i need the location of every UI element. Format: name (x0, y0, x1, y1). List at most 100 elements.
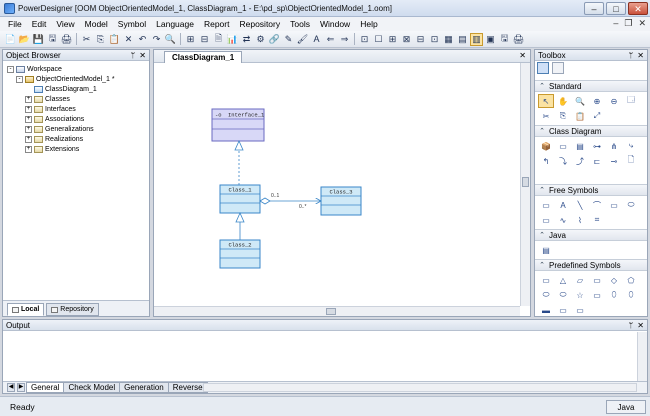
section-class-diagram[interactable]: ⌃ Class Diagram (535, 125, 647, 137)
maximize-button[interactable]: □ (606, 2, 626, 15)
realization-tool-icon[interactable]: ⊏ (589, 154, 605, 168)
pointer-tool-icon[interactable]: ↖ (538, 94, 554, 108)
tree-item-interfaces[interactable]: + Interfaces (25, 104, 76, 114)
text-tool-icon[interactable]: A (555, 198, 571, 212)
predef-parallelogram-icon[interactable]: ▱ (572, 273, 588, 287)
section-predefined-symbols[interactable]: ⌃ Predefined Symbols (535, 259, 647, 271)
tree-expander[interactable]: + (25, 115, 32, 123)
predef-oval-icon[interactable]: ⬭ (555, 288, 571, 302)
list-icon[interactable]: ▤ (456, 33, 469, 46)
menu-window[interactable]: Window (315, 19, 355, 29)
tab-general[interactable]: General (26, 382, 65, 393)
paste-tool-icon[interactable]: 📋 (572, 109, 588, 123)
class-tool-icon[interactable]: ▭ (555, 139, 571, 153)
layout-icon[interactable]: ▦ (442, 33, 455, 46)
predef-ellipse-icon[interactable]: ⬭ (538, 288, 554, 302)
copy-tool-icon[interactable]: ⎘ (555, 109, 571, 123)
aggregation-tool-icon[interactable]: ⤵ (555, 154, 571, 168)
port-tool-icon[interactable]: ⊶ (589, 139, 605, 153)
save-all-icon[interactable]: 🖫 (46, 33, 59, 46)
print-icon[interactable]: 🖨 (60, 33, 73, 46)
scroll-thumb[interactable] (326, 308, 336, 315)
list-view-icon[interactable] (552, 62, 564, 74)
tab-reverse[interactable]: Reverse (167, 382, 208, 393)
class-symbol-class3[interactable]: Class_3 (320, 186, 362, 216)
menu-file[interactable]: File (3, 19, 27, 29)
tree-expander[interactable]: - (7, 65, 14, 73)
grid-symbol-icon[interactable]: ⌗ (589, 213, 605, 227)
predef-cylinder-icon[interactable]: ⬯ (606, 288, 622, 302)
tree-expander[interactable]: + (25, 145, 32, 153)
tree-item-realizations[interactable]: + Realizations (25, 134, 83, 144)
save-disk-icon[interactable]: 🖫 (498, 33, 511, 46)
close-icon[interactable]: ✕ (637, 50, 644, 61)
align-icon[interactable]: ⊡ (358, 33, 371, 46)
predef-tube-icon[interactable]: ⬯ (623, 288, 639, 302)
open-diagram-tool-icon[interactable]: 🗔 (623, 94, 639, 108)
class-symbol-class1[interactable]: Class_1 (219, 184, 261, 214)
undo-icon[interactable]: ↶ (136, 33, 149, 46)
require-link-tool-icon[interactable]: ⊸ (606, 154, 622, 168)
grabber-tool-icon[interactable]: ✋ (555, 94, 571, 108)
link-icon[interactable]: 🔗 (268, 33, 281, 46)
tree-expander[interactable]: - (16, 75, 23, 83)
arrow-right-icon[interactable]: ⇒ (338, 33, 351, 46)
delete-icon[interactable]: ✕ (122, 33, 135, 46)
file-tool-icon[interactable]: 🗋 (623, 154, 639, 168)
zoom-out-tool-icon[interactable]: ⊖ (606, 94, 622, 108)
collapse-icon[interactable]: ⊟ (198, 33, 211, 46)
find-icon[interactable]: 🔍 (164, 33, 177, 46)
close-icon[interactable]: ✕ (139, 50, 146, 61)
tab-check-model[interactable]: Check Model (63, 382, 121, 393)
close-icon[interactable]: ✕ (519, 51, 526, 60)
predef-frame-icon[interactable]: ▭ (589, 288, 605, 302)
arc-tool-icon[interactable]: ⌒ (589, 198, 605, 212)
link-tool-icon[interactable]: ⤢ (589, 109, 605, 123)
grid-view-icon[interactable] (537, 62, 549, 74)
mdi-minimize-button[interactable]: – (613, 18, 618, 29)
section-java[interactable]: ⌃ Java (535, 229, 647, 241)
generalization-tool-icon[interactable]: ⤷ (623, 139, 639, 153)
predef-star-icon[interactable]: ☆ (572, 288, 588, 302)
mdi-close-button[interactable]: ✕ (638, 18, 646, 29)
grid-icon[interactable]: ⊞ (386, 33, 399, 46)
scroll-thumb[interactable] (522, 177, 529, 187)
minus-box-icon[interactable]: ⊟ (414, 33, 427, 46)
section-free-symbols[interactable]: ⌃ Free Symbols (535, 184, 647, 196)
new-icon[interactable]: 📄 (4, 33, 17, 46)
part-tool-icon[interactable]: ⋔ (606, 139, 622, 153)
output-horizontal-scrollbar[interactable] (203, 383, 637, 392)
composition-tool-icon[interactable]: ⤴ (572, 154, 588, 168)
expand-icon[interactable]: ⊞ (184, 33, 197, 46)
title-box-icon[interactable]: ▭ (538, 198, 554, 212)
minimize-button[interactable]: – (584, 2, 604, 15)
menu-view[interactable]: View (51, 19, 79, 29)
tree-item-classes[interactable]: + Classes (25, 94, 70, 104)
paste-icon[interactable]: 📋 (108, 33, 121, 46)
square-icon[interactable]: ▣ (484, 33, 497, 46)
output-vertical-scrollbar[interactable] (637, 332, 647, 382)
predef-box-icon[interactable]: ▭ (589, 273, 605, 287)
menu-language[interactable]: Language (151, 19, 199, 29)
redo-icon[interactable]: ↷ (150, 33, 163, 46)
predef-rect-icon[interactable]: ▭ (538, 273, 554, 287)
predef-triangle-icon[interactable]: △ (555, 273, 571, 287)
zoom-in-tool-icon[interactable]: ⊕ (589, 94, 605, 108)
predef-diamond-icon[interactable]: ◇ (606, 273, 622, 287)
interface-tool-icon[interactable]: ▤ (572, 139, 588, 153)
tree-expander[interactable]: + (25, 135, 32, 143)
tree-expander[interactable]: + (25, 95, 32, 103)
polyline-tool-icon[interactable]: ∿ (555, 213, 571, 227)
tree-item-classdiagram[interactable]: ClassDiagram_1 (34, 84, 97, 94)
window-icon[interactable]: ⊡ (428, 33, 441, 46)
menu-tools[interactable]: Tools (285, 19, 315, 29)
rectangle-tool-icon[interactable]: ▭ (606, 198, 622, 212)
menu-model[interactable]: Model (80, 19, 113, 29)
diagram-canvas[interactable]: -o Interface_1 Class_1 Class_3 0..1 0..*… (154, 63, 520, 306)
interface-symbol[interactable]: -o Interface_1 (211, 108, 265, 142)
zoom-tool-icon[interactable]: 🔍 (572, 94, 588, 108)
pin-icon[interactable]: ᛘ (628, 50, 633, 61)
line-tool-icon[interactable]: ╲ (572, 198, 588, 212)
tab-repository[interactable]: Repository (46, 303, 99, 316)
section-standard[interactable]: ⌃ Standard (535, 80, 647, 92)
